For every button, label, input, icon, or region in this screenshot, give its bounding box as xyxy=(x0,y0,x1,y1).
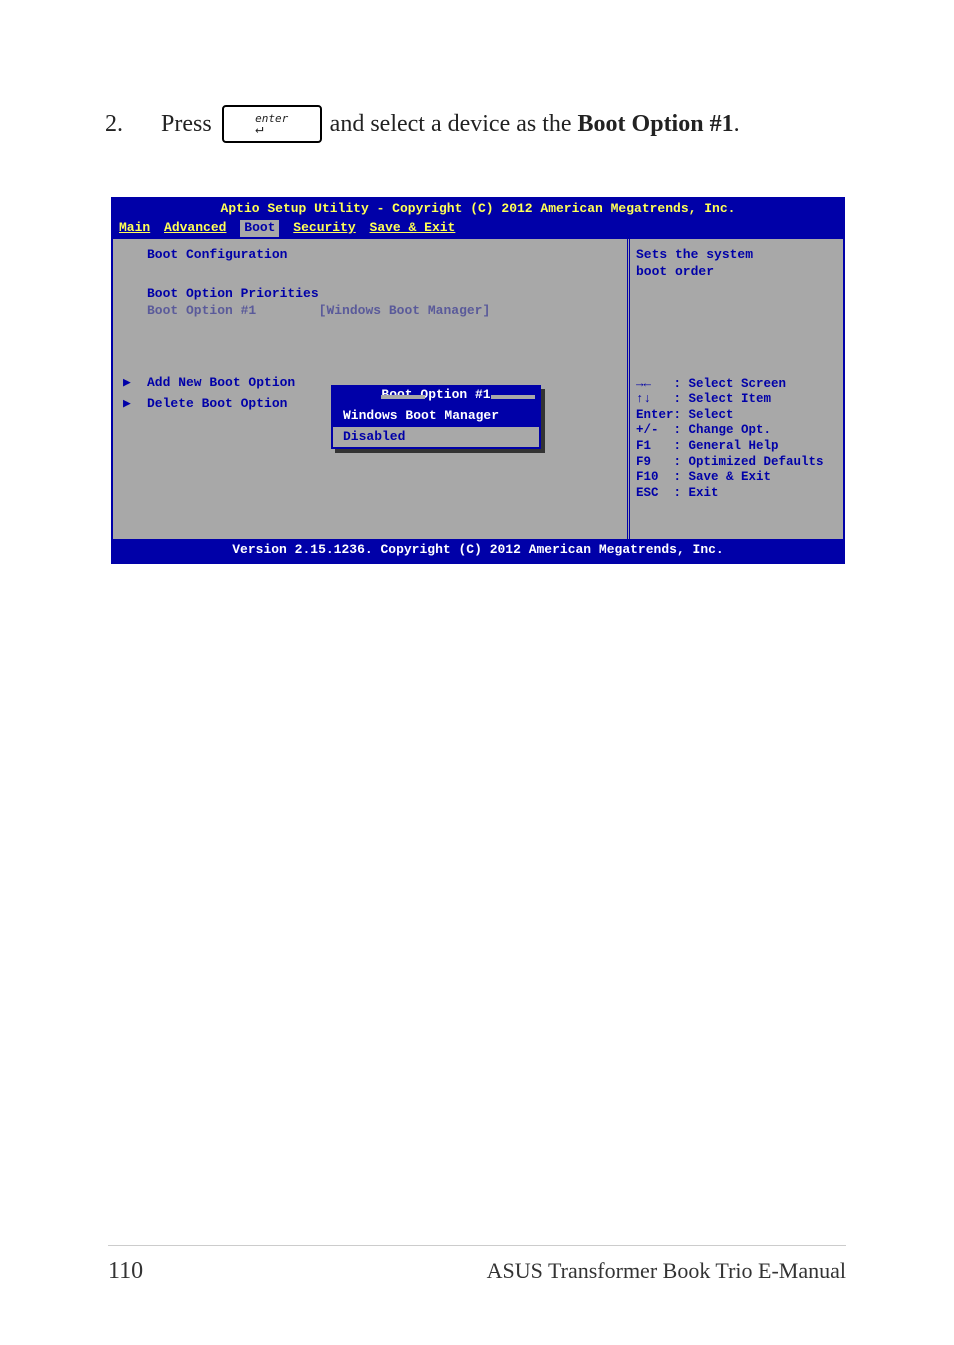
bios-tabs: Main Advanced Boot Security Save & Exit xyxy=(119,220,837,237)
boot-priorities-heading: Boot Option Priorities xyxy=(147,286,615,303)
instruction-text: and select a device as the Boot Option #… xyxy=(330,111,740,138)
triangle-right-icon: ▶ xyxy=(123,375,131,392)
instruction-line: 2. Press enter ↵ and select a device as … xyxy=(105,105,849,143)
page-number: 110 xyxy=(108,1258,143,1285)
tab-security[interactable]: Security xyxy=(293,220,355,237)
bios-header: Aptio Setup Utility - Copyright (C) 2012… xyxy=(111,197,845,239)
press-label: Press xyxy=(161,111,212,138)
bios-title: Aptio Setup Utility - Copyright (C) 2012… xyxy=(119,201,837,218)
boot-configuration-heading: Boot Configuration xyxy=(147,247,615,264)
key-legend: →← : Select Screen ↑↓ : Select Item Ente… xyxy=(636,377,837,502)
side-desc: Sets the system boot order xyxy=(636,247,837,281)
popup-item-disabled[interactable]: Disabled xyxy=(333,427,539,448)
page-footer: 110 ASUS Transformer Book Trio E-Manual xyxy=(108,1245,846,1285)
bios-help-panel: Sets the system boot order →← : Select S… xyxy=(627,239,843,539)
tab-save-exit[interactable]: Save & Exit xyxy=(370,220,456,237)
manual-title: ASUS Transformer Book Trio E-Manual xyxy=(487,1258,846,1284)
boot-option-row[interactable]: Boot Option #1 [Windows Boot Manager] xyxy=(147,303,615,320)
bios-main-panel: Boot Configuration Boot Option Prioritie… xyxy=(113,239,627,539)
enter-key-icon: enter ↵ xyxy=(222,105,322,143)
tab-boot[interactable]: Boot xyxy=(240,220,279,237)
bios-footer: Version 2.15.1236. Copyright (C) 2012 Am… xyxy=(111,539,845,564)
boot-option-popup: Boot Option #1 Windows Boot Manager Disa… xyxy=(331,385,541,450)
tab-main[interactable]: Main xyxy=(119,220,150,237)
popup-item-windows-boot-manager[interactable]: Windows Boot Manager xyxy=(333,406,539,427)
triangle-right-icon: ▶ xyxy=(123,396,131,413)
tab-advanced[interactable]: Advanced xyxy=(164,220,226,237)
bios-screenshot: Aptio Setup Utility - Copyright (C) 2012… xyxy=(111,197,845,564)
popup-title: Boot Option #1 xyxy=(331,385,541,406)
step-number: 2. xyxy=(105,111,161,138)
